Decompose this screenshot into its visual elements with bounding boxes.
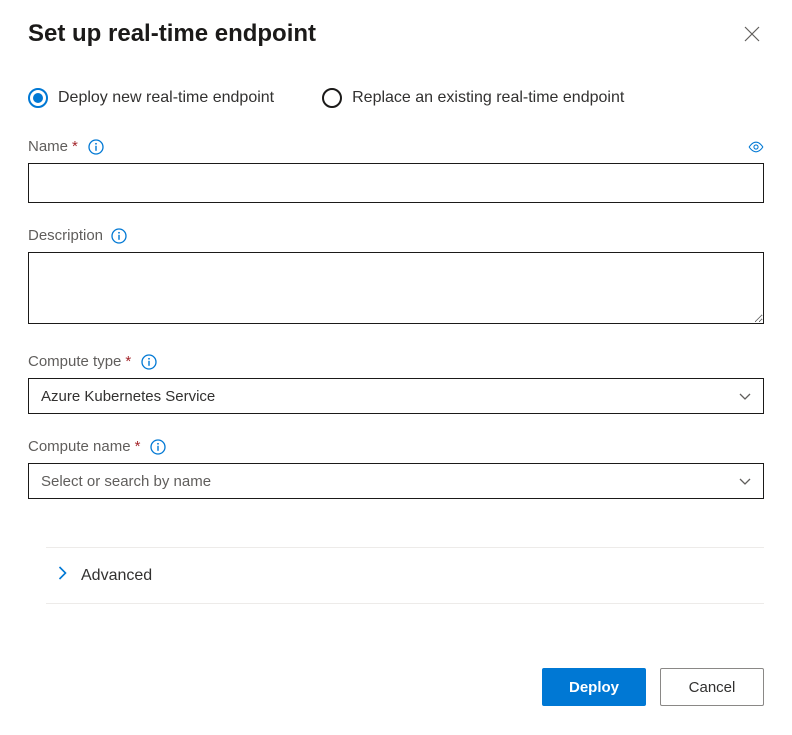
description-textarea[interactable] <box>28 252 764 324</box>
dialog-footer: Deploy Cancel <box>28 668 764 706</box>
radio-replace-existing-label: Replace an existing real-time endpoint <box>352 89 624 107</box>
compute-type-field-group: Compute type * Azure Kubernetes Service <box>28 353 764 414</box>
compute-type-value: Azure Kubernetes Service <box>41 388 215 405</box>
radio-selected-icon <box>28 88 48 108</box>
cancel-button[interactable]: Cancel <box>660 668 764 706</box>
radio-replace-existing[interactable]: Replace an existing real-time endpoint <box>322 88 624 108</box>
compute-name-placeholder: Select or search by name <box>41 473 211 490</box>
compute-type-select[interactable]: Azure Kubernetes Service <box>28 378 764 414</box>
advanced-toggle[interactable]: Advanced <box>46 566 764 585</box>
advanced-section: Advanced <box>46 547 764 604</box>
compute-type-label-row: Compute type * <box>28 353 764 370</box>
radio-deploy-new-label: Deploy new real-time endpoint <box>58 89 274 107</box>
required-indicator: * <box>72 138 78 155</box>
compute-type-label: Compute type <box>28 353 121 370</box>
dialog-title: Set up real-time endpoint <box>28 20 316 48</box>
chevron-down-icon <box>739 473 751 490</box>
compute-name-label-row: Compute name * <box>28 438 764 455</box>
compute-name-label: Compute name <box>28 438 131 455</box>
compute-name-field-group: Compute name * Select or search by name <box>28 438 764 499</box>
description-label-row: Description <box>28 227 764 244</box>
close-icon <box>744 26 760 42</box>
chevron-down-icon <box>739 388 751 405</box>
required-indicator: * <box>135 438 141 455</box>
name-field-group: Name * <box>28 138 764 203</box>
deploy-button[interactable]: Deploy <box>542 668 646 706</box>
visibility-icon[interactable] <box>748 139 764 155</box>
required-indicator: * <box>125 353 131 370</box>
name-input[interactable] <box>28 163 764 203</box>
radio-unselected-icon <box>322 88 342 108</box>
deploy-mode-radio-group: Deploy new real-time endpoint Replace an… <box>28 88 764 108</box>
name-label: Name <box>28 138 68 155</box>
advanced-label: Advanced <box>81 567 152 585</box>
info-icon[interactable] <box>141 354 157 370</box>
info-icon[interactable] <box>150 439 166 455</box>
description-label: Description <box>28 227 103 244</box>
radio-deploy-new[interactable]: Deploy new real-time endpoint <box>28 88 274 108</box>
compute-name-select[interactable]: Select or search by name <box>28 463 764 499</box>
description-field-group: Description <box>28 227 764 329</box>
close-button[interactable] <box>740 22 764 46</box>
dialog-header: Set up real-time endpoint <box>28 20 764 48</box>
info-icon[interactable] <box>88 139 104 155</box>
chevron-right-icon <box>58 566 67 585</box>
name-label-row: Name * <box>28 138 764 155</box>
info-icon[interactable] <box>111 228 127 244</box>
